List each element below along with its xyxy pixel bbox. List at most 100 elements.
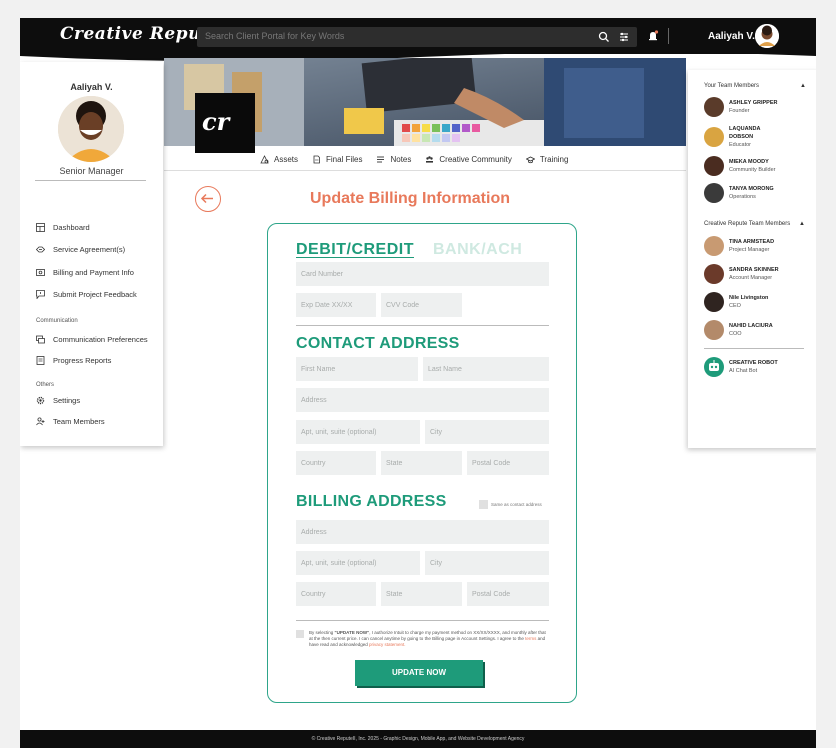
member-name: NAHID LACIURA <box>729 323 773 329</box>
member-role: Account Manager <box>729 275 773 281</box>
last-name-field[interactable]: Last Name <box>423 357 549 381</box>
member-name: MIEKA MOODY <box>729 159 769 165</box>
member-role: Founder <box>729 108 750 114</box>
tab-label: Assets <box>274 154 299 164</box>
member-role: Community Builder <box>729 167 776 173</box>
terms-link[interactable]: terms <box>525 636 536 641</box>
bell-icon[interactable] <box>646 29 660 43</box>
tab-label: Final Files <box>326 154 363 164</box>
collapse-arrow-icon[interactable]: ▲ <box>799 221 805 227</box>
dashboard-icon <box>36 223 45 232</box>
cvv-field[interactable]: CVV Code <box>381 293 462 317</box>
team-member[interactable]: MIEKA MOODY Community Builder <box>704 156 814 176</box>
billing-apt-field[interactable]: Apt, unit, suite (optional) <box>296 551 420 575</box>
same-as-contact-label: Same as contact address <box>491 502 542 507</box>
sidebar-item-service-agreements[interactable]: Service Agreement(s) <box>36 245 125 254</box>
banner-logo-text: cr <box>202 107 230 136</box>
apt-field[interactable]: Apt, unit, suite (optional) <box>296 420 420 444</box>
tab-creative-community[interactable]: Creative Community <box>425 152 512 166</box>
same-as-contact-checkbox[interactable] <box>479 500 488 509</box>
divider <box>35 180 146 181</box>
sidebar-item-feedback[interactable]: Submit Project Feedback <box>36 290 137 299</box>
team-member[interactable]: TINA ARMSTEAD Project Manager <box>704 236 814 256</box>
first-name-field[interactable]: First Name <box>296 357 418 381</box>
handshake-icon <box>36 246 45 253</box>
authorization-text: By selecting "UPDATE NOW", I authorize I… <box>309 630 549 648</box>
sidebar-item-label: Billing and Payment Info <box>53 268 134 277</box>
chat-bot-item[interactable]: CREATIVE ROBOT AI Chat Bot <box>704 357 814 377</box>
nav-group-communication: Communication <box>36 318 78 324</box>
team-member[interactable]: ASHLEY GRIPPER Founder <box>704 97 814 117</box>
billing-form: DEBIT/CREDIT BANK/ACH Card Number Exp Da… <box>267 223 577 703</box>
filter-icon[interactable] <box>617 30 631 44</box>
exp-date-field[interactable]: Exp Date XX/XX <box>296 293 376 317</box>
sidebar-item-dashboard[interactable]: Dashboard <box>36 223 90 232</box>
billing-address-field[interactable]: Address <box>296 520 549 544</box>
chat-icon <box>36 335 45 344</box>
member-avatar <box>704 183 724 203</box>
billing-address-heading: BILLING ADDRESS <box>296 493 447 510</box>
tab-training[interactable]: Training <box>525 152 568 166</box>
billing-postal-code-field[interactable]: Postal Code <box>467 582 549 606</box>
authorize-checkbox[interactable] <box>296 630 304 638</box>
gear-icon <box>36 396 45 405</box>
privacy-link[interactable]: privacy statement. <box>369 642 406 647</box>
graduation-cap-icon <box>525 156 535 163</box>
update-now-button[interactable]: UPDATE NOW <box>355 660 483 686</box>
sidebar-item-progress-reports[interactable]: Progress Reports <box>36 356 111 365</box>
tab-notes[interactable]: Notes <box>376 152 411 166</box>
sidebar-item-team-members[interactable]: Team Members <box>36 417 105 426</box>
sidebar-item-communication-preferences[interactable]: Communication Preferences <box>36 335 148 344</box>
sidebar-item-label: Dashboard <box>53 223 90 232</box>
country-field[interactable]: Country <box>296 451 376 475</box>
back-arrow-icon[interactable] <box>195 186 221 212</box>
team-member[interactable]: NAHID LACIURA COO <box>704 320 814 340</box>
tab-bank-ach[interactable]: BANK/ACH <box>433 241 522 259</box>
sidebar-item-billing[interactable]: Billing and Payment Info <box>36 268 134 277</box>
card-number-field[interactable]: Card Number <box>296 262 549 286</box>
billing-city-field[interactable]: City <box>425 551 549 575</box>
member-name: TANYA MORONG <box>729 186 774 192</box>
sidebar-item-label: Service Agreement(s) <box>53 245 126 254</box>
nav-group-others: Others <box>36 382 55 388</box>
team-member[interactable]: Nile Livingston CEO <box>704 292 814 312</box>
billing-country-field[interactable]: Country <box>296 582 376 606</box>
tab-final-files[interactable]: Final Files <box>312 152 362 166</box>
sidebar-item-settings[interactable]: Settings <box>36 396 80 405</box>
tab-assets[interactable]: Assets <box>260 152 298 166</box>
search-icon[interactable] <box>597 30 611 44</box>
billing-icon <box>36 269 45 276</box>
agree-text-bold: "UPDATE NOW" <box>334 630 370 635</box>
member-name: Nile Livingston <box>729 295 769 301</box>
team-member[interactable]: TANYA MORONG Operations <box>704 183 814 203</box>
avatar-image <box>755 24 779 48</box>
member-role: Project Manager <box>729 247 770 253</box>
postal-code-field[interactable]: Postal Code <box>467 451 549 475</box>
tab-label: Notes <box>390 154 412 164</box>
avatar[interactable] <box>755 24 779 48</box>
search-bar[interactable]: Search Client Portal for Key Words <box>197 27 637 47</box>
member-name: CREATIVE ROBOT <box>729 360 778 366</box>
search-input[interactable]: Search Client Portal for Key Words <box>205 31 344 41</box>
profile-avatar[interactable] <box>58 96 124 162</box>
footer-text: © Creative ReputeII, Inc. 2025 - Graphic… <box>311 736 525 742</box>
divider <box>668 28 669 44</box>
member-avatar <box>704 156 724 176</box>
member-role: COO <box>729 331 742 337</box>
team-member[interactable]: SANDRA SKINNER Account Manager <box>704 264 814 284</box>
tab-debit-credit[interactable]: DEBIT/CREDIT <box>296 241 414 259</box>
collapse-arrow-icon[interactable]: ▲ <box>800 83 806 89</box>
member-role: Operations <box>729 194 756 200</box>
app-frame: Creative Repute Search Client Portal for… <box>20 18 816 748</box>
city-field[interactable]: City <box>425 420 549 444</box>
state-field[interactable]: State <box>381 451 462 475</box>
user-name[interactable]: Aaliyah V. <box>708 31 755 42</box>
member-avatar <box>704 97 724 117</box>
member-name: LAQUANDA DOBSON <box>729 126 761 140</box>
team-member[interactable]: LAQUANDA DOBSON Educator <box>704 125 814 149</box>
address-field[interactable]: Address <box>296 388 549 412</box>
sidebar-item-label: Communication Preferences <box>53 335 148 344</box>
billing-state-field[interactable]: State <box>381 582 462 606</box>
robot-icon <box>704 357 724 377</box>
divider <box>296 620 549 621</box>
